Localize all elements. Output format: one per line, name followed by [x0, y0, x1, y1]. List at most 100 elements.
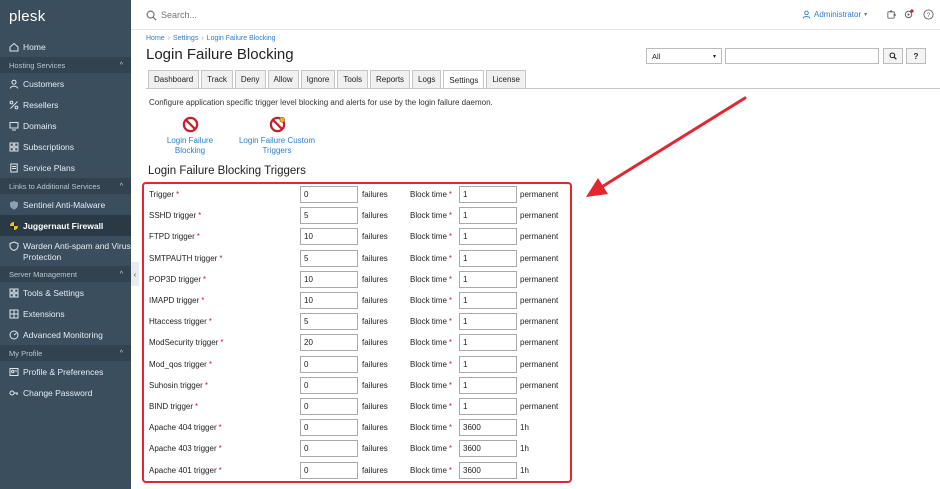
- block-time-input[interactable]: [459, 419, 517, 437]
- filter-select[interactable]: All ▾: [646, 48, 722, 64]
- block-time-input[interactable]: [459, 186, 517, 203]
- nav-section-server-management[interactable]: Server Management ^: [0, 266, 131, 282]
- tab-tools[interactable]: Tools: [337, 70, 369, 88]
- sidebar-item-home[interactable]: Home: [0, 36, 131, 57]
- trigger-value-input[interactable]: [300, 461, 358, 479]
- filter-select-value: All: [652, 51, 661, 61]
- block-time-input[interactable]: [459, 461, 517, 479]
- key-icon: [9, 388, 19, 398]
- help-icon[interactable]: ?: [923, 9, 934, 20]
- search-icon: [146, 10, 157, 21]
- sidebar-item-sentinel-anti-malware[interactable]: Sentinel Anti-Malware: [0, 194, 131, 215]
- required-mark: *: [448, 317, 453, 327]
- tab-reports[interactable]: Reports: [370, 70, 411, 88]
- block-time-input[interactable]: [459, 228, 517, 246]
- trigger-label: Mod_qos trigger *: [149, 360, 212, 369]
- sidebar-item-advanced-monitoring[interactable]: Advanced Monitoring: [0, 324, 131, 345]
- block-time-suffix: 1h: [520, 465, 529, 475]
- block-time-input[interactable]: [459, 292, 517, 309]
- block-time-input[interactable]: [459, 313, 517, 331]
- trigger-value-input[interactable]: [300, 313, 358, 331]
- search-input[interactable]: [161, 6, 461, 24]
- sidebar-item-resellers[interactable]: Resellers: [0, 94, 131, 115]
- sidebar-item-change-password[interactable]: Change Password: [0, 382, 131, 403]
- sidebar-item-label: Domains: [23, 120, 57, 131]
- sidebar-item-label: Change Password: [23, 387, 93, 398]
- block-time-label: Block time *: [410, 232, 452, 241]
- filter-search-button[interactable]: [883, 48, 903, 64]
- block-time-input[interactable]: [459, 270, 517, 288]
- tab-deny[interactable]: Deny: [234, 70, 266, 88]
- tab-license[interactable]: License: [486, 70, 526, 88]
- sidebar-item-domains[interactable]: Domains: [0, 115, 131, 136]
- sidebar-item-tools-and-settings[interactable]: Tools & Settings: [0, 282, 131, 303]
- trigger-value-input[interactable]: [300, 186, 358, 203]
- shortcut-login-failure-blocking[interactable]: Login Failure Blocking: [154, 116, 226, 156]
- block-time-label: Block time *: [410, 254, 452, 263]
- sidebar-item-label: Subscriptions: [23, 141, 75, 152]
- tab-dashboard[interactable]: Dashboard: [148, 70, 200, 88]
- required-mark: *: [448, 402, 453, 411]
- block-time-label-text: Block time: [410, 296, 447, 305]
- sidebar-item-subscriptions[interactable]: Subscriptions: [0, 136, 131, 157]
- shortcut-login-failure-custom-triggers[interactable]: Login Failure Custom Triggers: [232, 116, 322, 156]
- required-mark: *: [448, 211, 453, 221]
- sidebar-item-profile-and-preferences[interactable]: Profile & Preferences: [0, 361, 131, 382]
- notifications-icon[interactable]: [903, 9, 914, 20]
- trigger-value-input[interactable]: [300, 249, 358, 267]
- monitoring-icon: [9, 330, 19, 340]
- breadcrumb-home[interactable]: Home: [146, 35, 165, 42]
- sidebar-item-extensions[interactable]: Extensions: [0, 303, 131, 324]
- sidebar-item-service-plans[interactable]: Service Plans: [0, 157, 131, 178]
- failures-unit: failures: [362, 444, 388, 454]
- tab-settings[interactable]: Settings: [443, 70, 485, 89]
- sidebar-collapse-handle[interactable]: ‹: [131, 262, 139, 286]
- breadcrumb-settings[interactable]: Settings: [173, 35, 198, 42]
- tab-logs[interactable]: Logs: [412, 70, 442, 88]
- trigger-value-input[interactable]: [300, 440, 358, 458]
- trigger-label: FTPD trigger *: [149, 232, 200, 241]
- required-mark: *: [219, 253, 223, 263]
- nav-section-my-profile[interactable]: My Profile ^: [0, 345, 131, 361]
- block-time-input[interactable]: [459, 355, 517, 373]
- tab-track[interactable]: Track: [201, 70, 233, 88]
- failures-unit: failures: [362, 338, 388, 348]
- tab-allow[interactable]: Allow: [267, 70, 299, 88]
- trigger-value-input[interactable]: [300, 355, 358, 373]
- filter-input[interactable]: [725, 48, 879, 64]
- nav-section-hosting-services[interactable]: Hosting Services ^: [0, 57, 131, 73]
- block-time-input[interactable]: [459, 249, 517, 267]
- required-mark: *: [218, 423, 222, 433]
- trigger-value-input[interactable]: [300, 270, 358, 288]
- tab-ignore[interactable]: Ignore: [300, 70, 336, 88]
- trigger-row-sshd-trigger: SSHD trigger*failuresBlock time*permanen…: [144, 207, 574, 228]
- required-mark: *: [448, 380, 453, 390]
- sidebar-item-warden-anti-spam-and-virus-protection[interactable]: Warden Anti-spam and Virus Protection: [0, 236, 131, 266]
- trigger-value-input[interactable]: [300, 292, 358, 309]
- block-time-input[interactable]: [459, 207, 517, 225]
- user-menu[interactable]: Administrator ▾: [802, 10, 867, 19]
- plesk-logo[interactable]: plesk: [0, 0, 131, 36]
- block-time-input[interactable]: [459, 334, 517, 352]
- failures-unit: failures: [362, 253, 388, 263]
- trigger-value-input[interactable]: [300, 228, 358, 246]
- sidebar-item-juggernaut-firewall[interactable]: Juggernaut Firewall: [0, 215, 131, 236]
- shortcut-label: Triggers: [262, 146, 292, 155]
- block-time-input[interactable]: [459, 440, 517, 458]
- breadcrumb-login-failure-blocking[interactable]: Login Failure Blocking: [207, 35, 276, 42]
- puzzle-icon[interactable]: [886, 9, 897, 20]
- trigger-value-input[interactable]: [300, 207, 358, 225]
- nav-section-links-to-additional-services[interactable]: Links to Additional Services ^: [0, 178, 131, 194]
- sidebar-item-customers[interactable]: Customers: [0, 73, 131, 94]
- block-time-input[interactable]: [459, 376, 517, 394]
- trigger-value-input[interactable]: [300, 376, 358, 394]
- trigger-row-mod-qos-trigger: Mod_qos trigger*failuresBlock time*perma…: [144, 355, 574, 377]
- nav-section-label: Links to Additional Services: [9, 181, 101, 191]
- block-time-input[interactable]: [459, 398, 517, 415]
- filter-help-button[interactable]: ?: [906, 48, 926, 64]
- trigger-value-input[interactable]: [300, 398, 358, 415]
- trigger-value-input[interactable]: [300, 419, 358, 437]
- trigger-value-input[interactable]: [300, 334, 358, 352]
- breadcrumb-separator: ›: [201, 35, 204, 42]
- trigger-row-imapd-trigger: IMAPD trigger*failuresBlock time*permane…: [144, 292, 574, 313]
